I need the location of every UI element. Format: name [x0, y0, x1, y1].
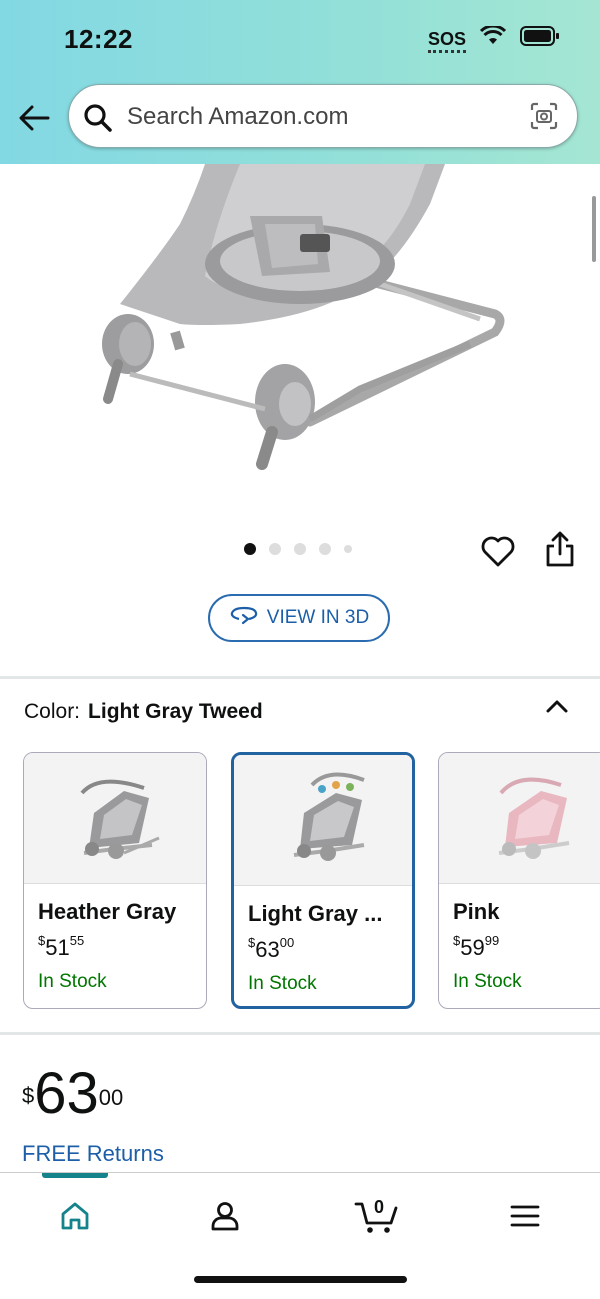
swatch-stock-status: In Stock	[38, 971, 107, 992]
swatch-name: Light Gray ...	[248, 901, 383, 926]
pagination-dot[interactable]	[344, 545, 352, 553]
swatch-name: Heather Gray	[38, 899, 177, 924]
swatch-price: $6300	[248, 935, 295, 962]
search-input[interactable]	[125, 95, 509, 139]
search-icon	[83, 103, 113, 138]
swatch-stock-status: In Stock	[453, 971, 522, 992]
wifi-icon	[479, 24, 507, 51]
section-divider	[0, 1032, 600, 1035]
pagination-dot[interactable]	[294, 543, 306, 555]
sos-indicator: SOS	[427, 28, 467, 53]
rotate-3d-icon	[229, 605, 259, 631]
status-icons: SOS	[427, 24, 560, 53]
color-swatch-light-gray-tweed[interactable]: Light Gray ... $6300 In Stock	[231, 752, 415, 1009]
color-swatch-pink[interactable]: Pink $5999 In Stock	[438, 752, 600, 1009]
selected-color-name: Light Gray Tweed	[88, 700, 263, 723]
home-indicator[interactable]	[194, 1276, 407, 1283]
search-bar[interactable]	[68, 84, 578, 148]
account-icon[interactable]	[200, 1191, 250, 1241]
active-tab-indicator	[42, 1173, 108, 1178]
product-image[interactable]	[0, 164, 600, 524]
image-pagination-dots[interactable]	[244, 543, 352, 555]
swatch-image	[234, 755, 412, 886]
color-label: Color:	[24, 700, 81, 723]
swatch-price: $5999	[453, 933, 500, 960]
cart-count: 0	[374, 1197, 385, 1217]
product-price: $6300	[22, 1061, 124, 1126]
free-returns-link[interactable]: FREE Returns	[22, 1141, 164, 1167]
swatch-name: Pink	[453, 899, 500, 924]
swatch-image	[439, 753, 600, 884]
pagination-dot[interactable]	[244, 543, 256, 555]
view-in-3d-label: VIEW IN 3D	[266, 607, 370, 628]
pagination-dot[interactable]	[269, 543, 281, 555]
share-icon[interactable]	[543, 530, 577, 573]
battery-icon	[520, 26, 560, 51]
color-swatch-heather-gray[interactable]: Heather Gray $5155 In Stock	[23, 752, 207, 1009]
cart-icon[interactable]: 0	[352, 1191, 402, 1241]
status-time: 12:22	[64, 24, 133, 54]
swatch-price: $5155	[38, 933, 85, 960]
scrollbar[interactable]	[592, 196, 596, 262]
heart-icon[interactable]	[480, 534, 516, 573]
swatch-stock-status: In Stock	[248, 973, 317, 994]
pagination-dot[interactable]	[319, 543, 331, 555]
menu-icon[interactable]	[500, 1191, 550, 1241]
swatch-image	[24, 753, 206, 884]
section-divider	[0, 676, 600, 679]
view-in-3d-button[interactable]: VIEW IN 3D	[208, 594, 390, 642]
chevron-up-icon[interactable]	[544, 696, 570, 721]
home-icon[interactable]	[50, 1191, 100, 1241]
color-selector-label: Color: Light Gray Tweed	[24, 700, 263, 724]
back-arrow-icon[interactable]	[16, 100, 52, 136]
camera-search-icon[interactable]	[529, 101, 559, 136]
header: 12:22 SOS	[0, 0, 600, 164]
